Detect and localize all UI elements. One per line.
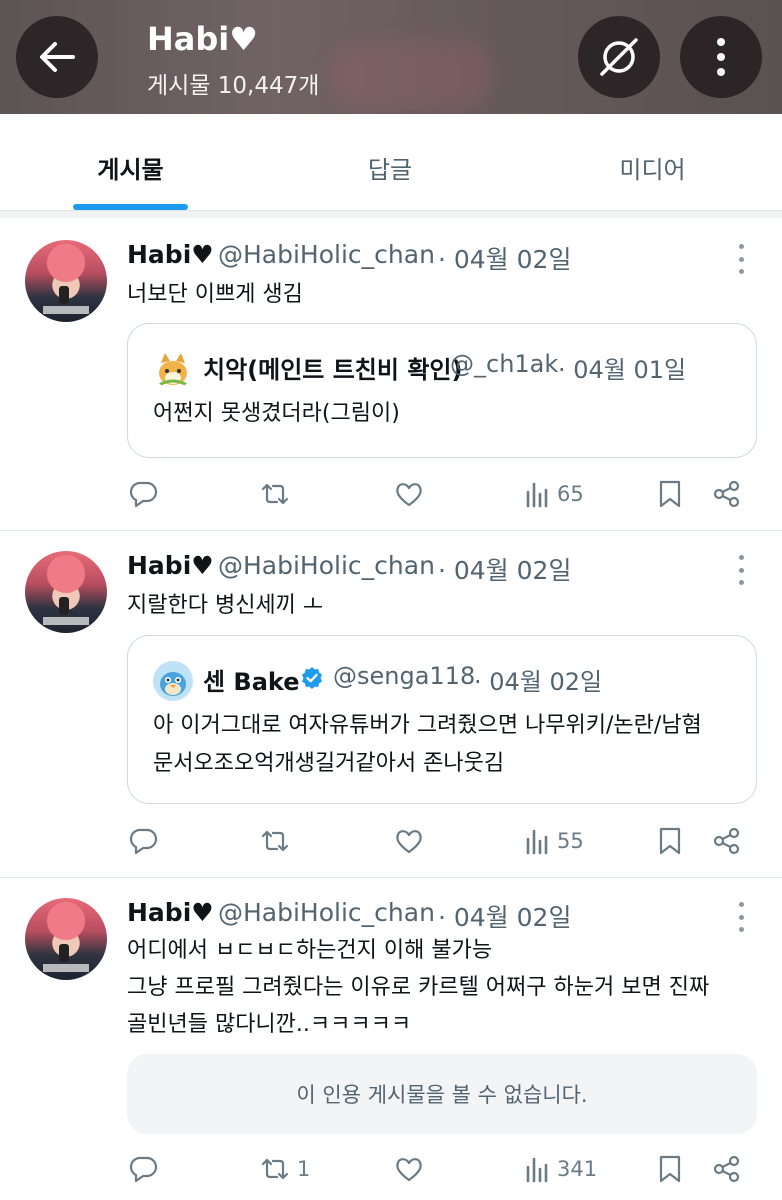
quote-date: · 04월 01일 [558, 356, 687, 384]
post-actions: 65 [127, 474, 757, 514]
cat-avatar-icon [153, 349, 193, 389]
share-button[interactable] [712, 474, 742, 514]
repost-icon [261, 1158, 289, 1180]
bookmark-icon [659, 1155, 681, 1183]
author-name[interactable]: Habi♥ [127, 551, 214, 580]
post-actions: 55 [127, 821, 757, 861]
arrow-left-icon [40, 42, 75, 72]
bar-chart-icon [526, 829, 548, 855]
bookmark-button[interactable] [657, 474, 683, 514]
share-button[interactable] [712, 1149, 742, 1189]
post-text-line: 지랄한다 병신세끼 ㅗ [127, 593, 324, 618]
back-button[interactable] [16, 16, 98, 98]
vertical-dots-icon [717, 38, 725, 76]
post-item[interactable]: Habi♥ @HabiHolic_chan · 04월 02일 지랄한다 병신세… [0, 531, 782, 877]
more-options-button[interactable] [680, 16, 762, 98]
repost-button[interactable]: 1 [259, 1149, 310, 1189]
like-button[interactable] [394, 821, 424, 861]
bar-chart-icon [526, 1157, 548, 1183]
profile-header: Habi♥ 게시물 10,447개 [0, 0, 782, 114]
post-date[interactable]: · 04월 02일 [438, 898, 571, 934]
quoted-post[interactable]: 센 Bake @senga118 · 04월 02일 아 이거그대로 여자유튜버… [127, 635, 757, 804]
tab-media[interactable]: 미디어 [600, 150, 705, 185]
views-count: 55 [557, 829, 584, 853]
profile-name: Habi♥ [147, 20, 258, 58]
post-date[interactable]: · 04월 02일 [438, 551, 571, 587]
globe-slash-icon [600, 38, 638, 76]
bookmark-button[interactable] [657, 1149, 683, 1189]
post-text-line: 너보단 이쁘게 생김 [127, 282, 303, 307]
post-count: 게시물 10,447개 [147, 73, 320, 99]
author-name[interactable]: Habi♥ [127, 240, 214, 269]
heart-icon [396, 830, 422, 854]
quote-text-line: 아 이거그대로 여자유튜버가 그려줬으면 나무위키/논란/남혐 [153, 713, 702, 738]
tabs-divider [0, 210, 782, 218]
repost-icon [261, 483, 289, 505]
quote-author-handle: @senga118 [333, 662, 476, 690]
avatar[interactable] [25, 240, 107, 322]
views-button[interactable]: 55 [525, 821, 584, 861]
reply-button[interactable] [129, 1149, 159, 1189]
repost-icon [261, 830, 289, 852]
author-handle[interactable]: @HabiHolic_chan [218, 898, 435, 927]
repost-count: 1 [297, 1157, 311, 1181]
reply-icon [129, 828, 158, 855]
reply-icon [129, 1156, 158, 1183]
quote-author-handle: @_ch1ak [450, 350, 559, 378]
reply-button[interactable] [129, 474, 159, 514]
post-more-icon[interactable] [732, 555, 750, 585]
tab-replies[interactable]: 답글 [340, 150, 440, 185]
post-text-line: 어디에서 ㅂㄷㅂㄷ하는건지 이해 불가능 [127, 938, 493, 963]
quote-avatar [153, 661, 193, 701]
share-icon [713, 827, 740, 855]
quote-author-name: 센 Bake [203, 668, 300, 696]
quote-text-line: 어쩐지 못생겼더라(그림이) [153, 401, 400, 426]
views-button[interactable]: 341 [525, 1149, 597, 1189]
views-button[interactable]: 65 [525, 474, 584, 514]
post-item[interactable]: Habi♥ @HabiHolic_chan · 04월 02일 어디에서 ㅂㄷㅂ… [0, 878, 782, 1200]
translate-button[interactable] [578, 16, 660, 98]
verified-badge-icon [302, 667, 322, 689]
post-more-icon[interactable] [732, 902, 750, 932]
quote-author-name: 치악(메인트 트친비 확인) [203, 356, 463, 384]
post-more-icon[interactable] [732, 244, 750, 274]
views-count: 341 [557, 1157, 598, 1181]
bar-chart-icon [526, 482, 548, 508]
repost-button[interactable] [259, 474, 291, 514]
share-icon [713, 480, 740, 508]
author-handle[interactable]: @HabiHolic_chan [218, 551, 435, 580]
quoted-post[interactable]: 치악(메인트 트친비 확인) @_ch1ak · 04월 01일 어쩐지 못생겼… [127, 323, 757, 458]
heart-icon [396, 483, 422, 507]
bird-avatar-icon [153, 661, 193, 701]
profile-tabs: 게시물 답글 미디어 [0, 114, 782, 212]
post-text-line: 그냥 프로필 그려줬다는 이유로 카르텔 어쩌구 하눈거 보면 진짜 [127, 975, 710, 1000]
heart-icon [396, 1158, 422, 1182]
avatar[interactable] [25, 551, 107, 633]
author-handle[interactable]: @HabiHolic_chan [218, 240, 435, 269]
like-button[interactable] [394, 474, 424, 514]
share-button[interactable] [712, 821, 742, 861]
post-item[interactable]: Habi♥ @HabiHolic_chan · 04월 02일 너보단 이쁘게 … [0, 220, 782, 530]
post-actions: 1 341 [127, 1149, 757, 1189]
quote-date: · 04월 02일 [474, 668, 603, 696]
reply-button[interactable] [129, 821, 159, 861]
share-icon [713, 1155, 740, 1183]
bookmark-icon [659, 827, 681, 855]
unavailable-quote-notice: 이 인용 게시물을 볼 수 없습니다. [127, 1054, 757, 1134]
bookmark-button[interactable] [657, 821, 683, 861]
avatar[interactable] [25, 898, 107, 980]
bookmark-icon [659, 480, 681, 508]
views-count: 65 [557, 482, 584, 506]
like-button[interactable] [394, 1149, 424, 1189]
reply-icon [129, 481, 158, 508]
author-name[interactable]: Habi♥ [127, 898, 214, 927]
tab-posts[interactable]: 게시물 [73, 150, 188, 185]
repost-button[interactable] [259, 821, 291, 861]
quote-text-line: 문서오조오억개생길거같아서 존나웃김 [153, 751, 505, 776]
quote-avatar [153, 349, 193, 389]
post-date[interactable]: · 04월 02일 [438, 240, 571, 276]
post-text-line: 골빈년들 많다니깐..ㅋㅋㅋㅋㅋ [127, 1012, 412, 1037]
